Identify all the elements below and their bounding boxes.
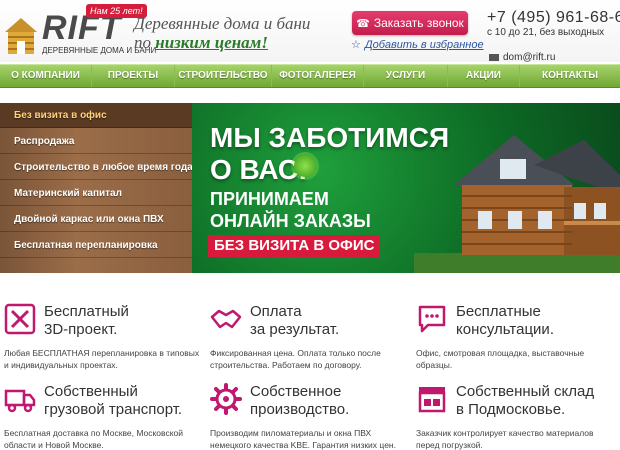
feature-title-1: Собственный склад xyxy=(456,383,595,400)
call-request-label: Заказать звонок xyxy=(373,16,464,30)
feature-title-1: Собственное xyxy=(250,383,342,400)
warehouse-icon xyxy=(418,387,446,413)
sidebar-item-any-season[interactable]: Строительство в любое время года xyxy=(0,155,193,180)
feature-desc: Бесплатная доставка по Москве, Московско… xyxy=(4,428,183,450)
nav-item-gallery[interactable]: ФОТОГАЛЕРЕЯ xyxy=(272,65,364,87)
banner-line4: ОНЛАЙН ЗАКАЗЫ xyxy=(210,211,371,231)
header: RIFT ДЕРЕВЯННЫЕ ДОМА И БАНИ Нам 25 лет! … xyxy=(0,0,620,64)
feature-title-1: Собственный xyxy=(44,383,138,400)
nav-item-services[interactable]: УСЛУГИ xyxy=(364,65,448,87)
virus-icon xyxy=(294,155,316,177)
nav-item-contacts[interactable]: КОНТАКТЫ xyxy=(520,65,620,87)
main-nav: О КОМПАНИИ ПРОЕКТЫ СТРОИТЕЛЬСТВО ФОТОГАЛ… xyxy=(0,64,620,88)
feature-title-2: в Подмосковье. xyxy=(456,401,566,418)
email-link[interactable]: dom@rift.ru xyxy=(489,52,555,64)
phone-number[interactable]: +7 (495) 961-68-62 xyxy=(487,8,620,28)
feature-desc: Любая БЕСПЛАТНАЯ перепланировка в типовы… xyxy=(4,348,200,370)
feature-title-2: грузовой транспорт. xyxy=(44,401,183,418)
gear-icon xyxy=(210,383,242,415)
page: RIFT ДЕРЕВЯННЫЕ ДОМА И БАНИ Нам 25 лет! … xyxy=(0,0,620,450)
nav-item-promos[interactable]: АКЦИИ xyxy=(448,65,520,87)
feature-desc: Фиксированная цена. Оплата только после … xyxy=(210,348,381,370)
feature-title-2: 3D-проект. xyxy=(44,321,118,338)
add-to-favorites-link[interactable]: ☆ Добавить в избранное xyxy=(351,38,484,52)
nav-item-construction[interactable]: СТРОИТЕЛЬСТВО xyxy=(175,65,272,87)
sidebar-item-double-frame[interactable]: Двойной каркас или окна ПВХ xyxy=(0,207,192,232)
feature-desc: Офис, смотровая площадка, выставочные об… xyxy=(416,348,585,370)
slogan-emphasis: низким ценам! xyxy=(155,33,268,52)
sidebar-item-free-replanning[interactable]: Бесплатная перепланировка xyxy=(0,233,192,258)
feature-title-2: производство. xyxy=(250,401,350,418)
chat-icon xyxy=(418,305,446,333)
house-image xyxy=(414,135,620,273)
truck-icon xyxy=(4,389,36,413)
call-request-button[interactable]: ☎ Заказать звонок xyxy=(352,11,468,35)
slogan-prefix: по xyxy=(134,33,156,52)
feature-desc: Производим пиломатериалы и окна ПВХ неме… xyxy=(210,428,396,450)
star-icon: ☆ xyxy=(351,39,361,51)
tools-icon xyxy=(4,303,36,335)
nav-item-projects[interactable]: ПРОЕКТЫ xyxy=(92,65,175,87)
feature-title-2: консультации. xyxy=(456,321,554,338)
feature-title-1: Оплата xyxy=(250,303,302,320)
phone-icon: ☎ xyxy=(356,18,370,30)
sidebar-menu: Без визита в офис Распродажа Строительст… xyxy=(0,103,193,273)
working-hours: с 10 до 21, без выходных xyxy=(487,27,605,38)
handshake-icon xyxy=(210,309,242,329)
email-text: dom@rift.ru xyxy=(503,52,556,63)
logo-house-icon xyxy=(5,18,37,54)
sidebar-item-sale[interactable]: Распродажа xyxy=(0,129,192,154)
slogan-line2: по низким ценам! xyxy=(134,33,268,52)
banner-line2: О ВАС! xyxy=(210,154,308,185)
feature-title-1: Бесплатный xyxy=(44,303,129,320)
feature-title-2: за результат. xyxy=(250,321,340,338)
favorite-label: Добавить в избранное xyxy=(364,39,484,51)
mail-icon xyxy=(489,53,499,61)
banner-line5: БЕЗ ВИЗИТА В ОФИС xyxy=(208,235,381,257)
logo[interactable]: RIFT ДЕРЕВЯННЫЕ ДОМА И БАНИ Нам 25 лет! xyxy=(4,4,156,56)
slogan-line1: Деревянные дома и бани xyxy=(134,14,311,33)
feature-title-1: Бесплатные xyxy=(456,303,541,320)
feature-desc: Заказчик контролирует качество материало… xyxy=(416,428,594,450)
sidebar-item-maternity-capital[interactable]: Материнский капитал xyxy=(0,181,192,206)
promo-banner[interactable]: МЫ ЗАБОТИМСЯ О ВАС! ПРИНИМАЕМ ОНЛАЙН ЗАК… xyxy=(192,103,620,273)
banner-line3: ПРИНИМАЕМ xyxy=(210,189,329,209)
sidebar-item-no-visit[interactable]: Без визита в офис xyxy=(0,103,192,128)
nav-item-company[interactable]: О КОМПАНИИ xyxy=(0,65,92,87)
